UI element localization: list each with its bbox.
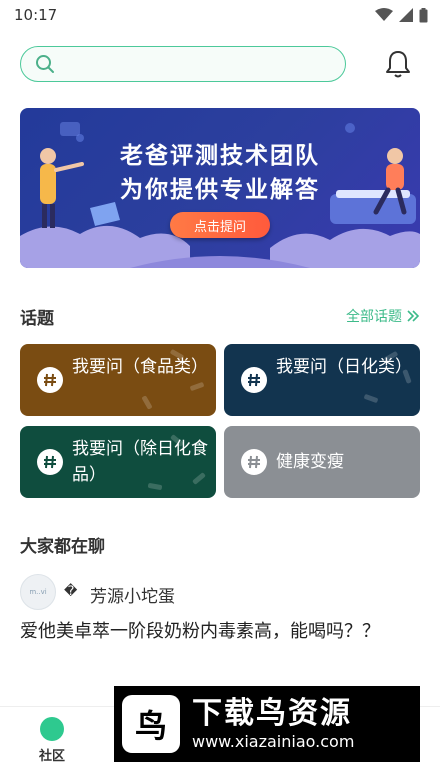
hashtag-icon — [37, 449, 63, 475]
level-badge: � — [64, 584, 78, 599]
avatar[interactable]: m..vi — [20, 574, 56, 610]
search-input[interactable] — [63, 56, 333, 72]
bell-icon — [386, 51, 410, 78]
banner-title-line2: 为你提供专业解答 — [120, 177, 320, 203]
tab-label: 社区 — [38, 748, 65, 764]
hashtag-icon — [241, 449, 267, 475]
all-topics-label: 全部话题 — [346, 309, 402, 325]
promo-banner[interactable]: 老爸评测技术团队 为你提供专业解答 点击提问 — [20, 108, 420, 268]
notification-button[interactable] — [382, 48, 414, 80]
all-topics-link[interactable]: 全部话题 — [346, 306, 420, 326]
status-time: 10:17 — [14, 6, 58, 24]
topic-label: 我要问（食品类） — [72, 357, 208, 377]
avatar-text: m..vi — [29, 588, 47, 596]
wifi-icon — [375, 8, 393, 21]
topic-label: 我要问（日化类） — [276, 357, 412, 377]
hashtag-icon — [37, 367, 63, 393]
ask-question-button[interactable]: 点击提问 — [170, 212, 270, 238]
topics-header: 话题 全部话题 — [20, 304, 420, 329]
status-icons — [375, 7, 428, 23]
banner-title-line1: 老爸评测技术团队 — [120, 143, 320, 169]
topic-card-health[interactable]: 健康变瘦 — [224, 426, 420, 498]
watermark-overlay: 鸟 下载鸟资源 www.xiazainiao.com — [114, 686, 420, 762]
status-bar: 10:17 — [0, 0, 440, 30]
search-row — [0, 44, 440, 84]
watermark-url: www.xiazainiao.com — [192, 732, 355, 751]
topic-card-food[interactable]: 我要问（食品类） — [20, 344, 216, 416]
community-icon — [40, 716, 64, 741]
feed-title: 大家都在聊 — [20, 536, 105, 557]
feed-header: 大家都在聊 — [20, 532, 420, 557]
post-text[interactable]: 爱他美卓萃一阶段奶粉内毒素高，能喝吗？？ — [20, 618, 400, 646]
watermark-logo: 鸟 — [122, 695, 180, 753]
topic-grid: 我要问（食品类） 我要问（日化类） 我要问（除日化食品） 健康变瘦 — [20, 344, 420, 498]
watermark-text: 下载鸟资源 www.xiazainiao.com — [192, 696, 354, 752]
post-author[interactable]: 芳源小坨蛋 — [90, 582, 175, 607]
battery-icon — [419, 7, 428, 22]
search-box[interactable] — [20, 46, 346, 82]
topic-label: 我要问（除日化食品） — [72, 439, 208, 485]
watermark-title: 下载鸟资源 — [192, 696, 352, 731]
hashtag-icon — [241, 367, 267, 393]
topic-label: 健康变瘦 — [276, 452, 344, 472]
topics-title: 话题 — [20, 308, 54, 329]
double-chevron-right-icon — [407, 310, 420, 322]
tab-community[interactable]: 社区 — [8, 713, 96, 767]
signal-icon — [399, 8, 413, 22]
topic-card-daily-chemicals[interactable]: 我要问（日化类） — [224, 344, 420, 416]
topic-card-other[interactable]: 我要问（除日化食品） — [20, 426, 216, 498]
search-icon — [36, 55, 54, 73]
